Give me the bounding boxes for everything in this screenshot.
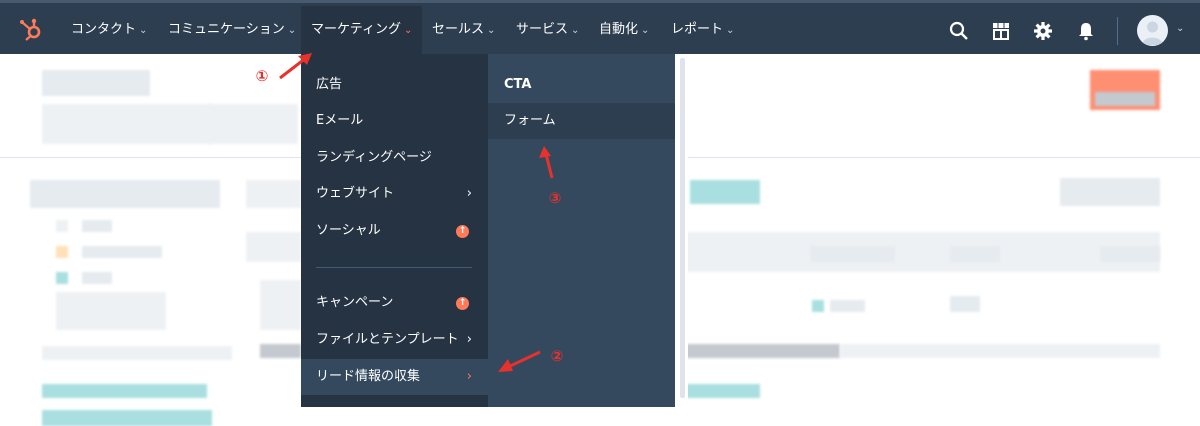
nav-contacts[interactable]: コンタクト ⌄ bbox=[61, 6, 157, 54]
nav-contacts-label: コンタクト bbox=[71, 22, 137, 37]
nav-marketing[interactable]: マーケティング ⌄ bbox=[301, 6, 423, 54]
marketplace-icon[interactable] bbox=[990, 20, 1012, 42]
submenu-item-cta[interactable]: CTA bbox=[488, 67, 675, 103]
nav-marketing-label: マーケティング bbox=[311, 22, 401, 37]
chevron-down-icon: ⌄ bbox=[571, 25, 580, 36]
nav-automation-label: 自動化 bbox=[599, 22, 639, 37]
chevron-down-icon: ⌄ bbox=[641, 25, 650, 36]
chevron-down-icon: ⌄ bbox=[139, 25, 148, 36]
menu-divider bbox=[316, 267, 472, 268]
bell-icon[interactable] bbox=[1075, 20, 1097, 42]
menu-item-campaigns[interactable]: キャンペーン ↑ bbox=[301, 285, 488, 321]
hubspot-logo-icon[interactable] bbox=[18, 17, 44, 43]
menu-item-label: リード情報の収集 bbox=[316, 369, 421, 384]
chevron-down-icon[interactable]: ⌄ bbox=[1176, 23, 1184, 34]
nav-reports[interactable]: レポート ⌄ bbox=[661, 6, 744, 54]
submenu-item-label: フォーム bbox=[504, 113, 556, 128]
nav-service[interactable]: サービス ⌄ bbox=[506, 6, 589, 54]
chevron-down-icon: ⌄ bbox=[287, 25, 297, 36]
upgrade-arrow-icon: ↑ bbox=[456, 297, 469, 310]
annotation-step-2: ② bbox=[550, 347, 564, 365]
annotation-arrow-icon bbox=[539, 146, 554, 179]
chevron-down-icon: ⌄ bbox=[726, 25, 735, 36]
annotation-step-3: ③ bbox=[548, 189, 562, 207]
chevron-right-icon: › bbox=[466, 369, 472, 384]
submenu-item-label: CTA bbox=[504, 77, 532, 92]
scrollbar-thumb[interactable] bbox=[680, 58, 685, 398]
search-icon[interactable] bbox=[948, 20, 970, 42]
nav-automation[interactable]: 自動化 ⌄ bbox=[589, 6, 659, 54]
menu-item-lead-capture[interactable]: リード情報の収集 › bbox=[301, 359, 488, 395]
annotation-step-1: ① bbox=[255, 67, 269, 85]
nav-reports-label: レポート bbox=[671, 22, 724, 37]
submenu-item-forms[interactable]: フォーム bbox=[488, 103, 675, 139]
nav-conversations[interactable]: コミュニケーション ⌄ bbox=[158, 6, 306, 54]
menu-item-files-templates[interactable]: ファイルとテンプレート › bbox=[301, 322, 488, 358]
chevron-right-icon: › bbox=[466, 332, 472, 347]
nav-sales[interactable]: セールス ⌄ bbox=[422, 6, 505, 54]
nav-sales-label: セールス bbox=[432, 22, 485, 37]
menu-item-email[interactable]: Eメール bbox=[301, 103, 488, 139]
chevron-down-icon: ⌄ bbox=[487, 25, 496, 36]
menu-item-label: キャンペーン bbox=[316, 295, 394, 310]
gear-icon[interactable] bbox=[1032, 20, 1054, 42]
marketing-dropdown: 広告 Eメール ランディングページ ウェブサイト › ソーシャル ↑ キャンペーン ↑… bbox=[301, 54, 488, 407]
chevron-right-icon: › bbox=[466, 186, 472, 201]
menu-item-label: ランディングページ bbox=[316, 150, 432, 165]
upgrade-arrow-icon: ↑ bbox=[456, 225, 469, 238]
menu-item-label: Eメール bbox=[316, 113, 364, 128]
menu-item-website[interactable]: ウェブサイト › bbox=[301, 176, 488, 212]
annotation-arrow-icon bbox=[498, 350, 541, 372]
avatar[interactable] bbox=[1137, 15, 1168, 46]
annotation-arrow-icon bbox=[279, 53, 312, 80]
menu-item-label: ソーシャル bbox=[316, 223, 381, 238]
chevron-down-icon: ⌄ bbox=[403, 25, 413, 36]
top-navigation-bar: コンタクト ⌄ コミュニケーション ⌄ マーケティング ⌄ セールス ⌄ サービス ⌄ 自… bbox=[0, 0, 1200, 54]
menu-item-label: 広告 bbox=[316, 77, 343, 92]
menu-item-label: ウェブサイト bbox=[316, 186, 395, 201]
menu-item-label: ファイルとテンプレート bbox=[316, 332, 459, 347]
menu-item-ads[interactable]: 広告 bbox=[301, 67, 488, 103]
nav-divider bbox=[1117, 17, 1118, 45]
nav-service-label: サービス bbox=[516, 22, 569, 37]
menu-item-social[interactable]: ソーシャル ↑ bbox=[301, 213, 488, 249]
menu-item-landing-pages[interactable]: ランディングページ bbox=[301, 140, 488, 176]
nav-conversations-label: コミュニケーション bbox=[168, 22, 285, 37]
user-icon bbox=[1142, 21, 1163, 45]
